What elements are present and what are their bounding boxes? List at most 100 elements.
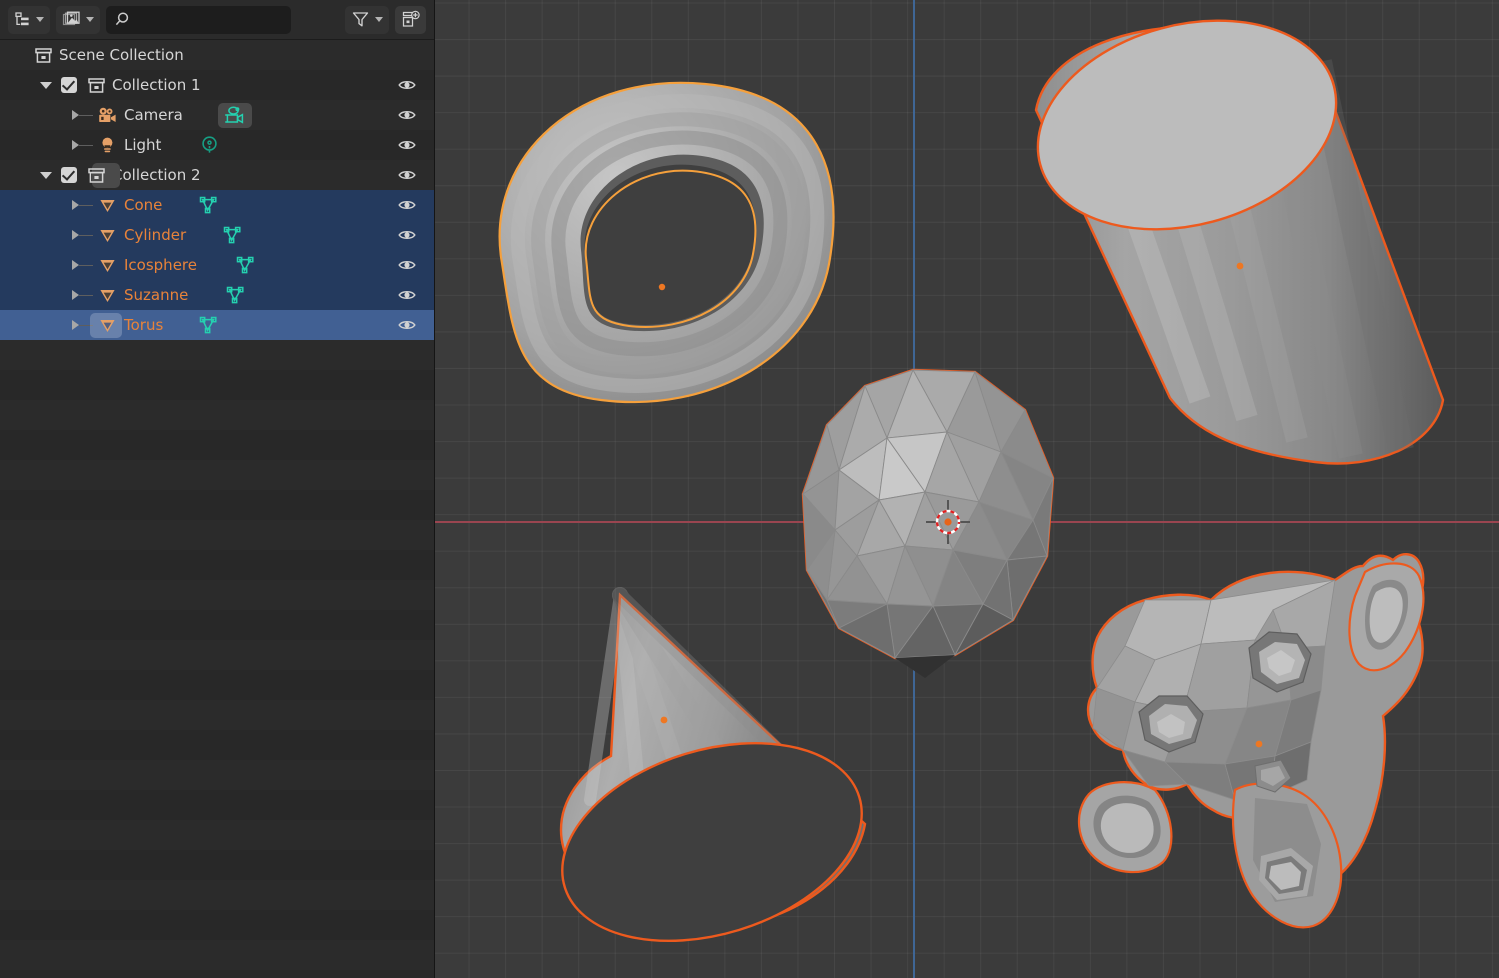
chevron-down-icon bbox=[375, 17, 383, 22]
scene-collection-icon bbox=[34, 46, 53, 65]
outliner-empty-row[interactable] bbox=[0, 460, 434, 490]
visibility-eye-icon[interactable] bbox=[397, 315, 417, 335]
torus-object bbox=[500, 83, 834, 402]
viewport-objects bbox=[435, 0, 1499, 978]
outliner-row-collection-2[interactable]: Collection 2 bbox=[0, 160, 434, 190]
object-origin-dot bbox=[659, 284, 665, 290]
outliner-empty-row[interactable] bbox=[0, 400, 434, 430]
blender-window: Scene Collection Collection 1 bbox=[0, 0, 1499, 978]
outliner-empty-row[interactable] bbox=[0, 910, 434, 940]
disclosure-triangle-open[interactable] bbox=[40, 172, 52, 179]
camera-object-icon bbox=[97, 106, 118, 125]
visibility-eye-icon[interactable] bbox=[397, 75, 417, 95]
disclosure-triangle-closed[interactable] bbox=[72, 110, 79, 120]
visibility-eye-icon[interactable] bbox=[397, 105, 417, 125]
outliner-empty-row[interactable] bbox=[0, 820, 434, 850]
row-label: Camera bbox=[124, 106, 183, 124]
row-label: Collection 2 bbox=[112, 166, 201, 184]
outliner-row-light[interactable]: Light bbox=[0, 130, 434, 160]
outliner-empty-row[interactable] bbox=[0, 520, 434, 550]
outliner-empty-row[interactable] bbox=[0, 670, 434, 700]
disclosure-triangle-closed[interactable] bbox=[72, 230, 79, 240]
object-origin-dot bbox=[1256, 741, 1263, 748]
visibility-eye-icon[interactable] bbox=[397, 255, 417, 275]
light-data-icon[interactable] bbox=[198, 135, 222, 157]
disclosure-triangle-closed[interactable] bbox=[72, 260, 79, 270]
visibility-eye-icon[interactable] bbox=[397, 285, 417, 305]
outliner-empty-row[interactable] bbox=[0, 640, 434, 670]
suzanne-object bbox=[1079, 554, 1423, 927]
disclosure-triangle-closed[interactable] bbox=[72, 200, 79, 210]
outliner-row-torus[interactable]: Torus bbox=[0, 310, 434, 340]
disclosure-triangle-closed[interactable] bbox=[72, 320, 79, 330]
outliner-empty-row[interactable] bbox=[0, 700, 434, 730]
outliner-empty-row[interactable] bbox=[0, 940, 434, 970]
mesh-data-icon[interactable] bbox=[199, 196, 227, 216]
visibility-eye-icon[interactable] bbox=[397, 225, 417, 245]
visibility-eye-icon[interactable] bbox=[397, 165, 417, 185]
display-mode-dropdown[interactable] bbox=[8, 6, 50, 34]
outliner-empty-row[interactable] bbox=[0, 850, 434, 880]
mesh-object-icon bbox=[97, 286, 118, 305]
outliner-empty-row[interactable] bbox=[0, 580, 434, 610]
row-label: Cylinder bbox=[124, 226, 186, 244]
disclosure-triangle-open[interactable] bbox=[40, 82, 52, 89]
image-stack-icon bbox=[62, 11, 81, 28]
cone-object bbox=[538, 595, 886, 975]
camera-data-icon[interactable] bbox=[221, 105, 249, 127]
outliner-empty-row[interactable] bbox=[0, 760, 434, 790]
funnel-filter-icon bbox=[351, 10, 370, 29]
mesh-data-icon[interactable] bbox=[199, 316, 227, 336]
visibility-eye-icon[interactable] bbox=[397, 135, 417, 155]
outliner-editor: Scene Collection Collection 1 bbox=[0, 0, 435, 978]
row-label: Cone bbox=[124, 196, 162, 214]
outliner-row-scene-collection[interactable]: Scene Collection bbox=[0, 40, 434, 70]
search-icon bbox=[114, 11, 131, 28]
outliner-empty-row[interactable] bbox=[0, 550, 434, 580]
outliner-row-collection-1[interactable]: Collection 1 bbox=[0, 70, 434, 100]
collection-icon bbox=[87, 76, 106, 95]
collection-checkbox[interactable] bbox=[61, 77, 77, 93]
collection-checkbox[interactable] bbox=[61, 167, 77, 183]
outliner-header bbox=[0, 0, 434, 40]
outliner-list-icon bbox=[14, 11, 31, 28]
outliner-empty-row[interactable] bbox=[0, 880, 434, 910]
outliner-empty-row[interactable] bbox=[0, 370, 434, 400]
outliner-row-cone[interactable]: Cone bbox=[0, 190, 434, 220]
outliner-row-cylinder[interactable]: Cylinder bbox=[0, 220, 434, 250]
outliner-empty-row[interactable] bbox=[0, 610, 434, 640]
3d-viewport[interactable] bbox=[435, 0, 1499, 978]
mesh-object-icon bbox=[97, 256, 118, 275]
mesh-data-icon[interactable] bbox=[226, 286, 254, 306]
suzanne-ear-left bbox=[1079, 782, 1171, 872]
outliner-empty-row[interactable] bbox=[0, 430, 434, 460]
filter-id-type-dropdown[interactable] bbox=[56, 6, 100, 34]
chevron-down-icon bbox=[86, 17, 94, 22]
row-label: Icosphere bbox=[124, 256, 197, 274]
disclosure-triangle-closed[interactable] bbox=[72, 290, 79, 300]
object-origin-dot bbox=[661, 717, 668, 724]
outliner-empty-row[interactable] bbox=[0, 730, 434, 760]
outliner-empty-row[interactable] bbox=[0, 790, 434, 820]
mesh-data-icon[interactable] bbox=[236, 256, 264, 276]
mesh-object-icon bbox=[97, 226, 118, 245]
row-label: Collection 1 bbox=[112, 76, 201, 94]
disclosure-triangle-closed[interactable] bbox=[72, 140, 79, 150]
row-label: Scene Collection bbox=[59, 46, 184, 64]
filter-dropdown[interactable] bbox=[345, 6, 389, 34]
search-input[interactable] bbox=[136, 12, 306, 27]
search-field[interactable] bbox=[106, 6, 291, 34]
new-collection-button[interactable] bbox=[395, 6, 426, 34]
mesh-object-icon bbox=[97, 196, 118, 215]
outliner-row-icosphere[interactable]: Icosphere bbox=[0, 250, 434, 280]
outliner-row-suzanne[interactable]: Suzanne bbox=[0, 280, 434, 310]
outliner-row-camera[interactable]: Camera bbox=[0, 100, 434, 130]
chevron-down-icon bbox=[36, 17, 44, 22]
row-label: Suzanne bbox=[124, 286, 188, 304]
row-label: Light bbox=[124, 136, 161, 154]
visibility-eye-icon[interactable] bbox=[397, 195, 417, 215]
mesh-data-icon[interactable] bbox=[223, 226, 251, 246]
collection-icon bbox=[87, 166, 106, 185]
outliner-empty-row[interactable] bbox=[0, 340, 434, 370]
outliner-empty-row[interactable] bbox=[0, 490, 434, 520]
